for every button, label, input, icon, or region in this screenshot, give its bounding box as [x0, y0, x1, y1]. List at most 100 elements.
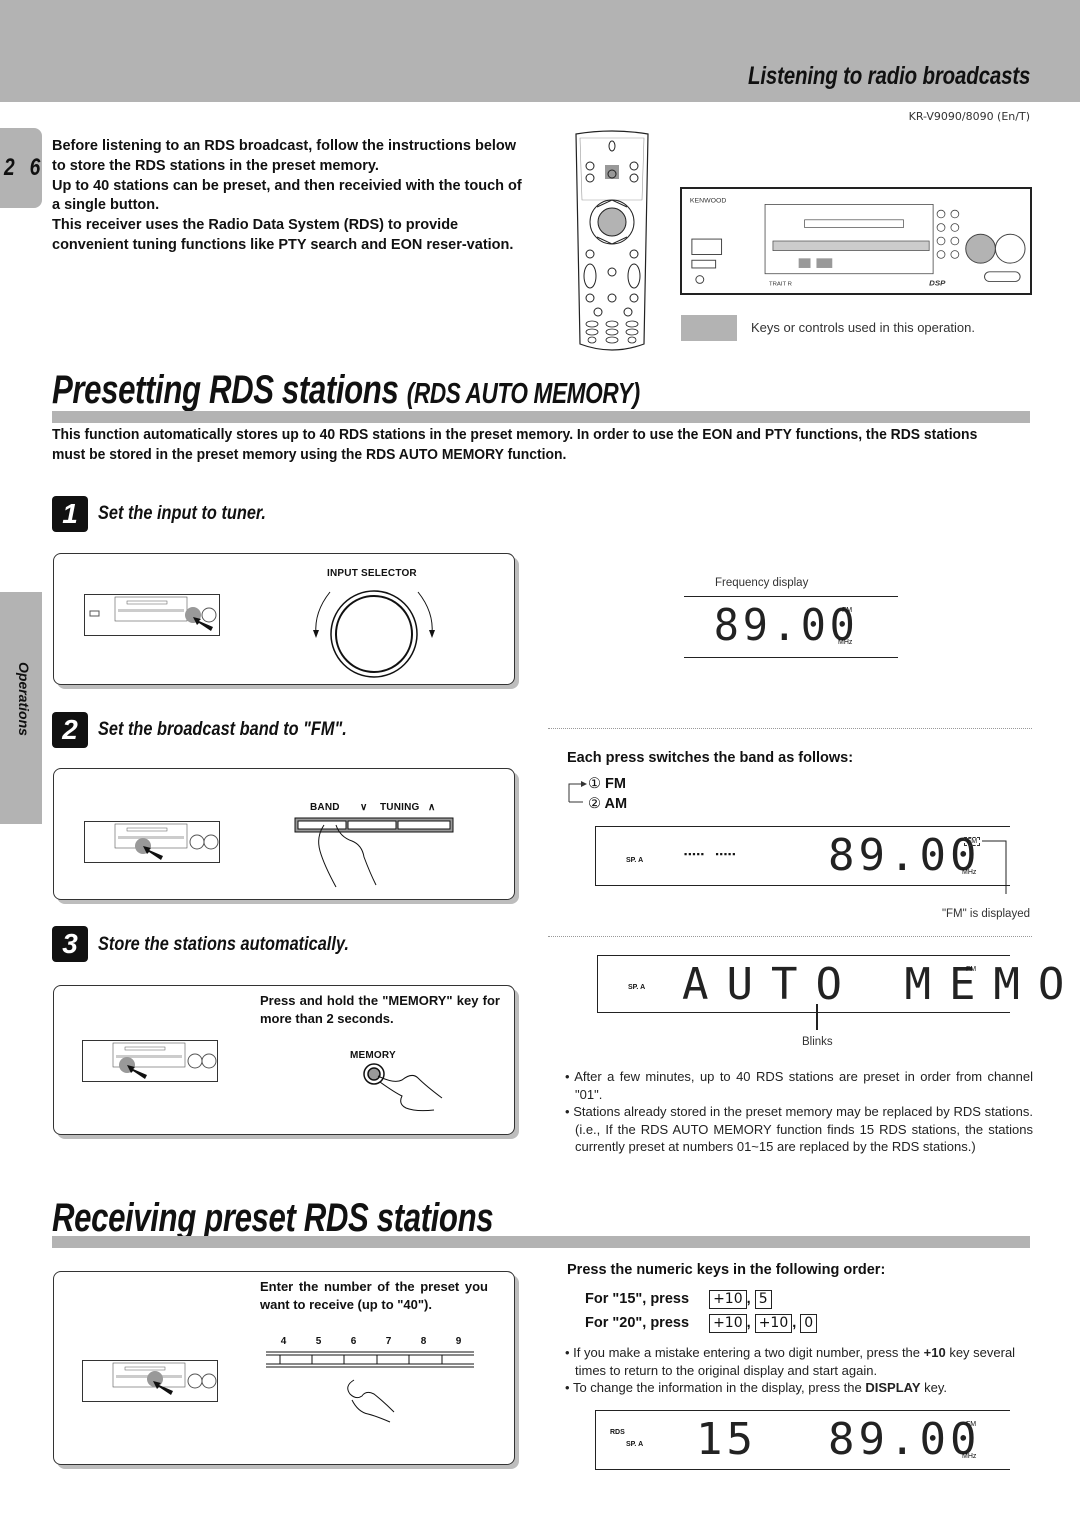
band-indicator: FM	[966, 1421, 977, 1428]
key-5: 5	[754, 1290, 772, 1309]
key-label: 8	[420, 1336, 427, 1347]
section-title: Listening to radio broadcasts	[747, 62, 1030, 90]
receive-notes: If you make a mistake entering a two dig…	[565, 1344, 1033, 1397]
key-label: 4	[280, 1336, 287, 1347]
option-index: ②	[588, 796, 601, 812]
unit-indicator: MHz	[962, 869, 977, 876]
legend-swatch	[681, 315, 737, 341]
note-item: If you make a mistake entering a two dig…	[565, 1344, 1033, 1379]
example-label: For "20", press	[585, 1315, 690, 1331]
heading-underline	[52, 411, 1030, 423]
blink-callout-line	[816, 1004, 818, 1030]
option-label: AM	[604, 796, 628, 812]
receiver-front-panel-illustration: KENWOOD TRAIT R DSP	[680, 187, 1032, 295]
band-indicator: FM	[964, 837, 981, 846]
unit-indicator: MHz	[962, 1453, 977, 1460]
memory-instruction: Press and hold the "MEMORY" key for more…	[260, 993, 500, 1026]
intro-paragraph: This receiver uses the Radio Data System…	[52, 217, 514, 253]
step1-illustration-box: INPUT SELECTOR	[53, 553, 515, 685]
heading-main: Presetting RDS stations	[52, 368, 399, 412]
note-text: If you make a mistake entering a two dig…	[573, 1345, 924, 1360]
blank-segments: ▪▪▪▪▪ ▪▪▪▪▪	[684, 849, 737, 859]
frequency-display: 89.00 FM MHz	[684, 596, 898, 658]
intro-text: Before listening to an RDS broadcast, fo…	[52, 137, 522, 256]
preset-instruction: Enter the number of the preset you want …	[260, 1279, 488, 1312]
note-key: DISPLAY	[865, 1380, 921, 1395]
step-number: 2	[52, 712, 88, 748]
operations-label: Operations	[16, 662, 32, 736]
band-switch-heading: Each press switches the band as follows:	[567, 750, 854, 766]
frequency-value: 89.00	[713, 600, 859, 651]
dotted-divider	[548, 936, 1032, 937]
preset-number: 15	[696, 1414, 757, 1465]
svg-text:TRAIT R: TRAIT R	[769, 281, 792, 287]
key-label: 7	[385, 1336, 392, 1347]
input-selector-knob	[313, 590, 435, 678]
example-20: For "20", press +10, +10, 0	[585, 1314, 818, 1333]
note-item: After a few minutes, up to 40 RDS statio…	[565, 1068, 1033, 1103]
speaker-indicator: SP. A	[628, 984, 646, 991]
memory-key-label: MEMORY	[350, 1050, 396, 1061]
receiver-mini-illustration	[82, 1040, 218, 1082]
cycle-arrow-icon	[568, 781, 587, 803]
example-label: For "15", press	[585, 1291, 690, 1307]
option-index: ①	[588, 776, 601, 792]
key-label: 6	[350, 1336, 357, 1347]
key-plus10: +10	[709, 1314, 747, 1333]
section-heading-presetting: Presetting RDS stations (RDS AUTO MEMORY…	[52, 368, 640, 413]
unit-indicator: MHz	[838, 639, 853, 646]
example-15: For "15", press +10, 5	[585, 1290, 772, 1309]
step-text: Set the input to tuner.	[98, 503, 266, 524]
intro-paragraph: Before listening to an RDS broadcast, fo…	[52, 138, 517, 174]
note-item: To change the information in the display…	[565, 1379, 1033, 1397]
key-0: 0	[800, 1314, 818, 1333]
legend-text: Keys or controls used in this operation.	[751, 320, 976, 335]
section-heading-receiving: Receiving preset RDS stations	[52, 1196, 494, 1240]
speaker-indicator: SP. A	[626, 1441, 644, 1448]
chevron-down-icon: ∨	[360, 802, 368, 813]
numeric-key-labels: 4 5 6 7 8 9	[266, 1336, 476, 1347]
heading-underline	[52, 1236, 1030, 1248]
svg-text:KENWOOD: KENWOOD	[690, 198, 727, 205]
band-option-fm: ① FM	[588, 776, 626, 792]
key-plus10: +10	[754, 1314, 793, 1333]
band-tuning-buttons	[294, 817, 454, 888]
memory-key-press	[363, 1063, 443, 1112]
remote-control-illustration	[575, 130, 649, 351]
band-label: BAND	[310, 802, 340, 813]
numeric-keys-strip	[266, 1351, 474, 1423]
model-number: KR-V9090/8090 (En/T)	[908, 110, 1030, 123]
speaker-indicator: SP. A	[626, 857, 644, 864]
step3-illustration-box: Press and hold the "MEMORY" key for more…	[53, 985, 515, 1135]
note-key: +10	[923, 1345, 946, 1360]
note-text: To change the information in the display…	[572, 1380, 866, 1395]
receiver-mini-illustration	[84, 594, 220, 636]
chevron-up-icon: ∧	[428, 802, 436, 813]
fm-displayed-note: "FM" is displayed	[941, 908, 1030, 920]
receiver-mini-graphic	[114, 823, 219, 860]
step-text: Set the broadcast band to "FM".	[98, 719, 347, 740]
tuning-label: TUNING	[380, 802, 420, 813]
step-number: 3	[52, 926, 88, 962]
section-lead: This function automatically stores up to…	[52, 427, 978, 463]
auto-memo-display: SP. A AUTO MEMO FM	[597, 955, 1064, 1013]
callout-line	[982, 840, 1007, 894]
svg-text:DSP: DSP	[929, 278, 946, 287]
step-text: Store the stations automatically.	[98, 934, 349, 955]
frequency-display-caption: Frequency display	[715, 577, 809, 589]
band-indicator: FM	[966, 966, 977, 973]
heading-sub: (RDS AUTO MEMORY)	[406, 378, 640, 410]
band-indicator: FM	[842, 607, 853, 614]
auto-memo-text: AUTO MEMO	[682, 959, 1080, 1010]
step-number: 1	[52, 496, 88, 532]
band-display: SP. A ▪▪▪▪▪ ▪▪▪▪▪ 89.00 FM MHz	[595, 826, 1010, 886]
band-option-am: ② AM	[588, 796, 627, 812]
receive-illustration-box: Enter the number of the preset you want …	[53, 1271, 515, 1465]
key-label: 5	[315, 1336, 322, 1347]
preset-display: RDS SP. A 15 89.00 FM MHz	[595, 1410, 1010, 1470]
note-text: key.	[920, 1380, 948, 1395]
option-label: FM	[605, 776, 626, 792]
intro-paragraph: Up to 40 stations can be preset, and the…	[52, 177, 522, 214]
dotted-divider	[548, 728, 1032, 729]
receiver-mini-graphic	[89, 596, 217, 631]
